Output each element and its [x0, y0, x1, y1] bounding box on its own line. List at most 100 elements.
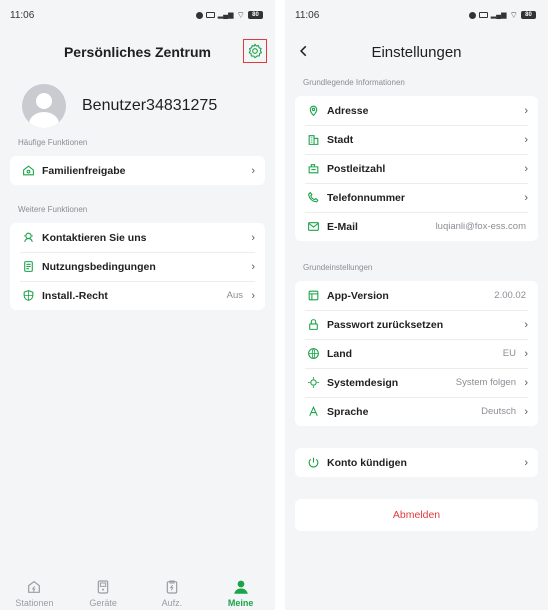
tab-label: Stationen — [15, 598, 54, 608]
settings-item-city[interactable]: Stadt › — [295, 125, 538, 154]
settings-item-country[interactable]: Land EU › — [295, 339, 538, 368]
settings-item-label: Konto kündigen — [327, 456, 407, 469]
email-value: luqianli@fox-ess.com — [435, 221, 526, 232]
status-icons: ▂▄▆ ⌔ 80 — [468, 9, 536, 21]
globe-icon — [305, 346, 321, 362]
settings-item-email[interactable]: E-Mail luqianli@fox-ess.com — [295, 212, 538, 241]
lock-icon — [305, 317, 321, 333]
mailbox-icon — [305, 161, 321, 177]
family-share-icon — [20, 163, 36, 179]
chevron-right-icon: › — [251, 260, 255, 273]
chevron-right-icon: › — [251, 231, 255, 244]
status-bar: 11:06 ▂▄▆ ⌔ 80 — [0, 0, 275, 30]
settings-item-label: Land — [327, 347, 353, 360]
user-icon — [232, 578, 250, 596]
battery-icon: 80 — [248, 11, 263, 19]
app-version-value: 2.00.02 — [494, 290, 526, 301]
menu-item-label: Kontaktieren Sie uns — [42, 231, 147, 244]
language-icon — [305, 404, 321, 420]
settings-item-delete-account[interactable]: Konto kündigen › — [295, 448, 538, 477]
tab-label: Meine — [227, 598, 254, 608]
menu-item-label: Install.-Recht — [42, 289, 108, 302]
settings-item-system-design[interactable]: Systemdesign System folgen › — [295, 368, 538, 397]
tab-stations[interactable]: Stationen — [4, 578, 64, 608]
tab-mine[interactable]: Meine — [211, 578, 271, 608]
country-value: EU — [502, 348, 516, 359]
settings-item-label: Postleitzahl — [327, 162, 386, 175]
avatar[interactable] — [22, 84, 66, 128]
profile-header[interactable]: Benutzer34831275 — [0, 74, 275, 132]
chevron-right-icon: › — [524, 405, 528, 418]
back-arrow-icon — [300, 45, 307, 57]
settings-button[interactable] — [243, 39, 267, 63]
settings-screen: 11:06 ▂▄▆ ⌔ 80 Einstellungen Grundlegend… — [285, 0, 548, 610]
menu-item-install-right[interactable]: Install.-Recht Aus › — [10, 281, 265, 310]
data-icon — [205, 12, 215, 18]
contact-icon — [20, 230, 36, 246]
menu-item-family-share[interactable]: Familienfreigabe › — [10, 156, 265, 185]
alarm-icon — [195, 11, 203, 19]
wifi-icon: ⌔ — [236, 9, 245, 20]
power-icon — [305, 455, 321, 471]
settings-item-label: Telefonnummer — [327, 191, 405, 204]
chevron-right-icon: › — [524, 104, 528, 117]
station-icon — [25, 578, 43, 596]
location-icon — [305, 103, 321, 119]
settings-item-label: Systemdesign — [327, 376, 399, 389]
settings-item-label: E-Mail — [327, 220, 358, 233]
chevron-right-icon: › — [251, 289, 255, 302]
tab-devices[interactable]: Geräte — [73, 578, 133, 608]
tab-records[interactable]: Aufz. — [142, 578, 202, 608]
status-time: 11:06 — [10, 9, 35, 21]
building-icon — [305, 132, 321, 148]
menu-item-contact[interactable]: Kontaktieren Sie uns › — [10, 223, 265, 252]
settings-item-language[interactable]: Sprache Deutsch › — [295, 397, 538, 426]
username: Benutzer34831275 — [82, 97, 218, 114]
chevron-right-icon: › — [524, 376, 528, 389]
settings-item-label: App-Version — [327, 289, 389, 302]
settings-item-postcode[interactable]: Postleitzahl › — [295, 154, 538, 183]
device-icon — [94, 578, 112, 596]
menu-item-label: Nutzungsbedingungen — [42, 260, 156, 273]
chevron-right-icon: › — [524, 191, 528, 204]
chevron-right-icon: › — [524, 456, 528, 469]
mail-icon — [305, 219, 321, 235]
theme-icon — [305, 375, 321, 391]
record-icon — [163, 578, 181, 596]
settings-item-reset-password[interactable]: Passwort zurücksetzen › — [295, 310, 538, 339]
section-label-more: Weitere Funktionen — [18, 205, 88, 214]
settings-item-label: Passwort zurücksetzen — [327, 318, 444, 331]
wifi-icon: ⌔ — [509, 9, 518, 20]
settings-item-app-version[interactable]: App-Version 2.00.02 — [295, 281, 538, 310]
system-design-value: System folgen — [455, 377, 516, 388]
settings-item-phone[interactable]: Telefonnummer › — [295, 183, 538, 212]
settings-item-address[interactable]: Adresse › — [295, 96, 538, 125]
logout-button[interactable]: Abmelden — [295, 499, 538, 531]
header: Persönliches Zentrum — [0, 30, 275, 74]
common-functions-card: Familienfreigabe › — [10, 156, 265, 185]
status-bar: 11:06 ▂▄▆ ⌔ 80 — [285, 0, 548, 30]
status-icons: ▂▄▆ ⌔ 80 — [195, 9, 263, 21]
basic-info-card: Adresse › Stadt › Postleitzahl › Telefon… — [295, 96, 538, 241]
chevron-right-icon: › — [524, 133, 528, 146]
settings-item-label: Adresse — [327, 104, 369, 117]
header: Einstellungen — [285, 30, 548, 74]
chevron-right-icon: › — [524, 347, 528, 360]
settings-item-label: Sprache — [327, 405, 369, 418]
section-label-common: Häufige Funktionen — [18, 138, 88, 147]
page-title: Persönliches Zentrum — [63, 44, 212, 60]
app-version-icon — [305, 288, 321, 304]
shield-icon — [20, 288, 36, 304]
chevron-right-icon: › — [524, 162, 528, 175]
menu-item-terms[interactable]: Nutzungsbedingungen › — [10, 252, 265, 281]
data-icon — [478, 12, 488, 18]
tab-label: Aufz. — [161, 598, 183, 608]
basic-settings-card: App-Version 2.00.02 Passwort zurücksetze… — [295, 281, 538, 426]
section-label-basic-settings: Grundeinstellungen — [303, 263, 373, 272]
battery-icon: 80 — [521, 11, 536, 19]
tab-bar: Stationen Geräte Aufz. Meine — [0, 570, 275, 610]
gear-icon — [248, 43, 263, 59]
signal-icon: ▂▄▆ — [490, 12, 507, 19]
profile-screen: 11:06 ▂▄▆ ⌔ 80 Persönliches Zentrum Benu… — [0, 0, 275, 610]
back-button[interactable] — [293, 40, 315, 62]
